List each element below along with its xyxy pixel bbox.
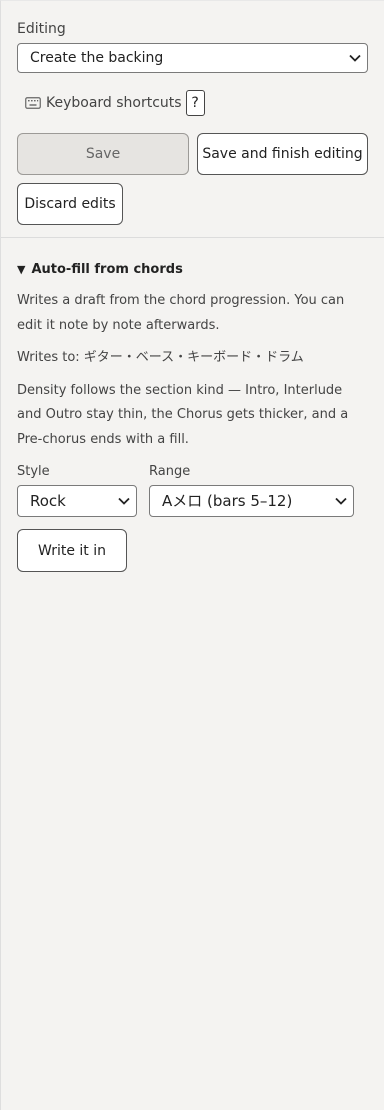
editing-section: Editing Create the backing Keyboard shor… bbox=[1, 1, 384, 237]
style-value: Rock bbox=[30, 492, 66, 510]
style-select[interactable]: Rock bbox=[17, 485, 137, 517]
autofill-section: ▼ Auto-fill from chords Writes a draft f… bbox=[1, 238, 384, 572]
shortcuts-help-button[interactable]: ? bbox=[185, 90, 205, 116]
range-control: Range Aメロ (bars 5–12) bbox=[149, 464, 354, 517]
write-it-in-button[interactable]: Write it in bbox=[17, 529, 127, 572]
save-and-finish-button[interactable]: Save and finish editing bbox=[197, 133, 368, 175]
writes-to-text: Writes to: ギター・ベース・キーボード・ドラム bbox=[17, 350, 304, 365]
editing-mode-select[interactable]: Create the backing bbox=[17, 43, 368, 73]
keyboard-icon bbox=[25, 97, 41, 109]
shortcuts-row: Keyboard shortcuts ? bbox=[25, 89, 368, 117]
chevron-down-icon bbox=[335, 486, 347, 516]
autofill-controls: Style Rock Range Aメロ (bars 5–12) bbox=[17, 464, 368, 517]
density-text: Density follows the section kind — Intro… bbox=[17, 382, 349, 447]
editing-mode-value: Create the backing bbox=[30, 50, 164, 66]
discard-edits-button[interactable]: Discard edits bbox=[17, 183, 123, 225]
range-value: Aメロ (bars 5–12) bbox=[162, 492, 293, 510]
range-select[interactable]: Aメロ (bars 5–12) bbox=[149, 485, 354, 517]
save-button[interactable]: Save bbox=[17, 133, 189, 175]
editing-label: Editing bbox=[17, 21, 66, 37]
side-panel: Editing Create the backing Keyboard shor… bbox=[0, 0, 384, 1110]
style-label: Style bbox=[17, 464, 50, 479]
autofill-summary[interactable]: ▼ Auto-fill from chords bbox=[17, 262, 368, 277]
autofill-title: Auto-fill from chords bbox=[31, 262, 183, 277]
triangle-down-icon: ▼ bbox=[17, 263, 26, 276]
save-buttons-row: Save Save and finish editing bbox=[17, 133, 368, 175]
chevron-down-icon bbox=[349, 44, 361, 72]
chevron-down-icon bbox=[118, 486, 130, 516]
range-label: Range bbox=[149, 464, 191, 479]
autofill-description: Writes a draft from the chord progressio… bbox=[17, 293, 345, 333]
shortcuts-label: Keyboard shortcuts bbox=[46, 95, 182, 111]
style-control: Style Rock bbox=[17, 464, 137, 517]
